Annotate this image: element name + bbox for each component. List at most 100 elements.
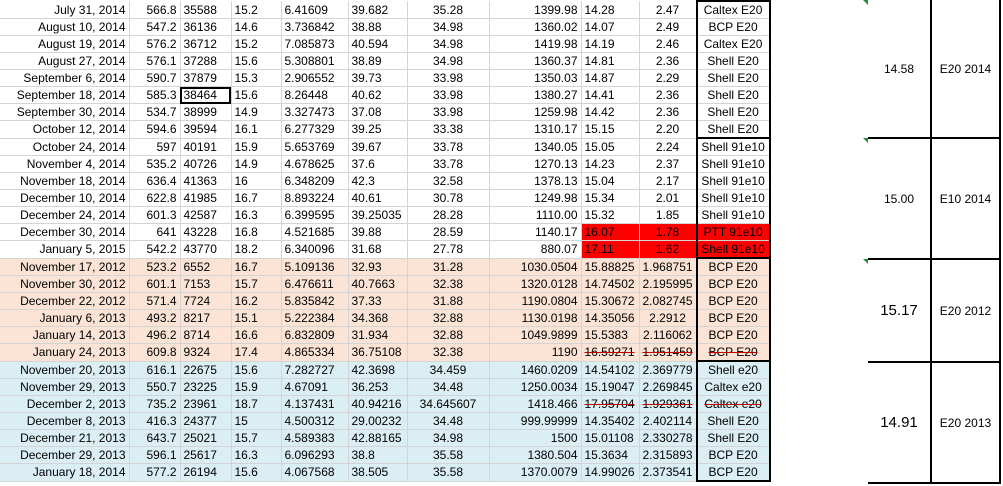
value-cell[interactable]: 32.93 <box>348 258 408 276</box>
value-cell[interactable]: 36.75108 <box>348 343 408 362</box>
station-cell[interactable]: BCP E20 <box>695 309 771 327</box>
value-cell[interactable]: 35.58 <box>407 463 490 482</box>
value-cell[interactable]: 609.8 <box>129 343 181 362</box>
value-cell[interactable]: 2.906552 <box>281 69 349 87</box>
summary-average[interactable]: 14.58 <box>868 0 932 138</box>
station-cell[interactable]: Shell E20 <box>695 52 771 70</box>
value-cell[interactable]: 37.6 <box>348 155 408 173</box>
value-cell[interactable]: 36136 <box>180 18 232 36</box>
value-cell[interactable]: 15.7 <box>231 429 282 447</box>
value-cell[interactable]: 4.500312 <box>281 412 349 430</box>
value-cell[interactable]: 18.2 <box>231 240 282 259</box>
value-cell[interactable]: 8.893224 <box>281 189 349 207</box>
value-cell[interactable]: 16.2 <box>231 292 282 310</box>
value-cell[interactable]: 7153 <box>180 275 232 293</box>
value-cell[interactable]: 1190 <box>489 343 582 362</box>
value-cell[interactable]: 4.137431 <box>281 395 349 413</box>
station-cell[interactable]: BCP E20 <box>695 446 771 464</box>
value-cell[interactable]: 16.7 <box>231 189 282 207</box>
value-cell[interactable]: 8217 <box>180 309 232 327</box>
value-cell[interactable]: 547.2 <box>129 18 181 36</box>
value-cell[interactable]: 1190.0804 <box>489 292 582 310</box>
value-cell[interactable]: 14.99026 <box>581 463 640 482</box>
value-cell[interactable]: 32.88 <box>407 326 490 344</box>
value-cell[interactable]: 6.476611 <box>281 275 349 293</box>
value-cell[interactable]: 4.67091 <box>281 378 349 396</box>
value-cell[interactable]: 15.9 <box>231 378 282 396</box>
value-cell[interactable]: 416.3 <box>129 412 181 430</box>
value-cell[interactable]: 31.88 <box>407 292 490 310</box>
date-cell[interactable]: November 29, 2013 <box>0 378 130 396</box>
value-cell[interactable]: 5.222384 <box>281 309 349 327</box>
value-cell[interactable]: 27.78 <box>407 240 490 259</box>
value-cell[interactable]: 16.8 <box>231 223 282 241</box>
value-cell[interactable]: 15.5383 <box>581 326 640 344</box>
value-cell[interactable]: 9324 <box>180 343 232 362</box>
value-cell[interactable]: 15.32 <box>581 206 640 224</box>
value-cell[interactable]: 5.653769 <box>281 138 349 156</box>
value-cell[interactable]: 15 <box>231 412 282 430</box>
date-cell[interactable]: September 18, 2014 <box>0 86 130 104</box>
value-cell[interactable]: 16.1 <box>231 120 282 139</box>
value-cell[interactable]: 601.1 <box>129 275 181 293</box>
date-cell[interactable]: January 14, 2013 <box>0 326 130 344</box>
value-cell[interactable]: 31.934 <box>348 326 408 344</box>
value-cell[interactable]: 2.47 <box>639 1 698 19</box>
value-cell[interactable]: 2.20 <box>639 120 698 139</box>
value-cell[interactable]: 34.98 <box>407 18 490 36</box>
value-cell[interactable]: 42587 <box>180 206 232 224</box>
value-cell[interactable]: 18.7 <box>231 395 282 413</box>
summary-label[interactable]: E20 2014 <box>932 0 1001 138</box>
value-cell[interactable]: 29.00232 <box>348 412 408 430</box>
date-cell[interactable]: December 21, 2013 <box>0 429 130 447</box>
value-cell[interactable]: 1460.0209 <box>489 361 582 379</box>
value-cell[interactable]: 15.6 <box>231 52 282 70</box>
station-cell[interactable]: Caltex e20 <box>695 395 771 413</box>
value-cell[interactable]: 601.3 <box>129 206 181 224</box>
value-cell[interactable]: 2.195995 <box>639 275 698 293</box>
value-cell[interactable]: 39.73 <box>348 69 408 87</box>
value-cell[interactable]: 6.399595 <box>281 206 349 224</box>
value-cell[interactable]: 40.61 <box>348 189 408 207</box>
value-cell[interactable]: 38464 <box>180 86 232 104</box>
value-cell[interactable]: 2.24 <box>639 138 698 156</box>
value-cell[interactable]: 16.7 <box>231 258 282 276</box>
value-cell[interactable]: 1.78 <box>639 223 698 241</box>
date-cell[interactable]: November 4, 2014 <box>0 155 130 173</box>
value-cell[interactable]: 3.736842 <box>281 18 349 36</box>
value-cell[interactable]: 1.968751 <box>639 258 698 276</box>
value-cell[interactable]: 2.01 <box>639 189 698 207</box>
station-cell[interactable]: BCP E20 <box>695 463 771 482</box>
value-cell[interactable]: 15.19047 <box>581 378 640 396</box>
value-cell[interactable]: 33.38 <box>407 120 490 139</box>
value-cell[interactable]: 34.48 <box>407 412 490 430</box>
value-cell[interactable]: 597 <box>129 138 181 156</box>
station-cell[interactable]: BCP E20 <box>695 292 771 310</box>
station-cell[interactable]: Shell E20 <box>695 86 771 104</box>
value-cell[interactable]: 2.330278 <box>639 429 698 447</box>
value-cell[interactable]: 15.7 <box>231 275 282 293</box>
value-cell[interactable]: 25021 <box>180 429 232 447</box>
value-cell[interactable]: 34.98 <box>407 35 490 53</box>
value-cell[interactable]: 16.6 <box>231 326 282 344</box>
value-cell[interactable]: 36712 <box>180 35 232 53</box>
value-cell[interactable]: 4.865334 <box>281 343 349 362</box>
station-cell[interactable]: Shell E20 <box>695 429 771 447</box>
value-cell[interactable]: 1.929361 <box>639 395 698 413</box>
value-cell[interactable]: 15.04 <box>581 172 640 190</box>
value-cell[interactable]: 16.59271 <box>581 343 640 362</box>
value-cell[interactable]: 25617 <box>180 446 232 464</box>
value-cell[interactable]: 7.282727 <box>281 361 349 379</box>
value-cell[interactable]: 34.98 <box>407 52 490 70</box>
value-cell[interactable]: 1249.98 <box>489 189 582 207</box>
date-cell[interactable]: October 12, 2014 <box>0 120 130 139</box>
value-cell[interactable]: 39.25035 <box>348 206 408 224</box>
station-cell[interactable]: BCP E20 <box>695 275 771 293</box>
value-cell[interactable]: 2.46 <box>639 35 698 53</box>
value-cell[interactable]: 643.7 <box>129 429 181 447</box>
value-cell[interactable]: 5.308801 <box>281 52 349 70</box>
date-cell[interactable]: January 6, 2013 <box>0 309 130 327</box>
date-cell[interactable]: August 27, 2014 <box>0 52 130 70</box>
value-cell[interactable]: 35588 <box>180 1 232 19</box>
value-cell[interactable]: 4.678625 <box>281 155 349 173</box>
